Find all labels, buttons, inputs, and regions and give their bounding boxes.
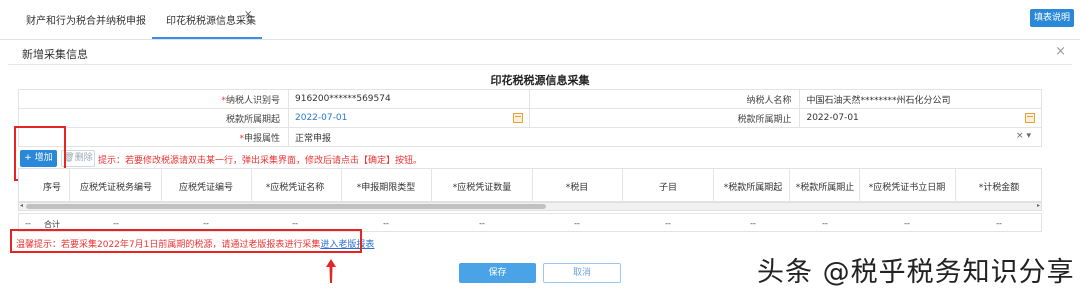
watermark: 头条 @税乎税务知识分享 xyxy=(757,257,1075,288)
taxpayer-name-value: 中国石油天然********州石化分公司 xyxy=(799,89,1042,109)
period-start-field[interactable]: 2022-07-01 xyxy=(287,108,531,128)
tab-close-icon[interactable]: × xyxy=(244,9,252,20)
total-cell: -- xyxy=(383,219,389,228)
red-arrow-icon xyxy=(326,259,336,283)
declare-attr-select[interactable]: 正常申报 × ▾ xyxy=(288,127,1042,147)
col-header: *应税凭证数量 xyxy=(452,183,512,193)
total-cell: -- xyxy=(113,219,119,228)
taxpayer-id-value: 916200******569574 xyxy=(287,89,531,109)
period-start-label: 税款所属期起 xyxy=(18,108,289,128)
total-cell: -- xyxy=(996,219,1002,228)
form-title: 印花税税源信息采集 xyxy=(490,74,590,87)
total-cell: -- xyxy=(203,219,209,228)
col-header: *应税凭证书立日期 xyxy=(868,183,946,193)
scroll-right-icon[interactable]: ▸ xyxy=(1037,202,1040,209)
col-header: *税款所属期起 xyxy=(723,183,783,193)
help-button[interactable]: 填表说明 xyxy=(1030,9,1074,27)
delete-button[interactable]: 🗑删除 xyxy=(61,150,95,167)
modal-close-icon[interactable]: × xyxy=(1055,44,1066,59)
horizontal-scrollbar[interactable]: ◂ ▸ xyxy=(18,202,1042,211)
grid-header: 序号 应税凭证税务编号 应税凭证编号 *应税凭证名称 *申报期限类型 *应税凭证… xyxy=(18,168,1042,202)
calendar-icon[interactable] xyxy=(1025,113,1035,123)
modal-divider xyxy=(8,64,1072,65)
total-cell: -- xyxy=(750,219,756,228)
col-header: *申报期限类型 xyxy=(356,183,416,193)
select-clear-icon[interactable]: × xyxy=(1016,131,1024,141)
highlight-box-warning xyxy=(10,229,362,253)
col-header: *计税金额 xyxy=(978,183,1020,193)
taxpayer-name-label: 纳税人名称 xyxy=(529,89,801,109)
taxpayer-id-label: *纳税人识别号 xyxy=(18,89,289,109)
edit-tip: 提示：若要修改税源请双击某一行，弹出采集界面，修改后请点击【确定】按钮。 xyxy=(98,156,423,166)
scroll-left-icon[interactable]: ◂ xyxy=(20,202,23,209)
chevron-down-icon[interactable]: ▾ xyxy=(1026,131,1031,141)
total-cell: -- xyxy=(574,219,580,228)
total-cell: -- xyxy=(665,219,671,228)
taxpayer-info-table: *纳税人识别号 916200******569574 纳税人名称 中国石油天然*… xyxy=(18,89,1042,147)
col-header: *税款所属期止 xyxy=(795,183,855,193)
total-cell: -- xyxy=(25,219,31,228)
calendar-icon[interactable] xyxy=(513,113,524,123)
period-end-label: 税款所属期止 xyxy=(529,108,801,128)
col-header: *税目 xyxy=(565,183,589,193)
total-cell: -- xyxy=(822,219,828,228)
col-header: 应税凭证编号 xyxy=(178,183,233,193)
active-tab-indicator xyxy=(152,37,262,39)
total-cell: -- xyxy=(292,219,298,228)
tab-bar: 财产和行为税合并纳税申报 印花税税源信息采集 × 填表说明 xyxy=(0,0,1080,40)
save-button[interactable]: 保存 xyxy=(459,263,536,283)
modal-title: 新增采集信息 xyxy=(22,48,88,61)
scrollbar-thumb[interactable] xyxy=(26,204,546,209)
grid-toolbar: + 增加 🗑删除 提示：若要修改税源请双击某一行，弹出采集界面，修改后请点击【确… xyxy=(18,150,1042,168)
col-header: *应税凭证名称 xyxy=(265,183,325,193)
total-cell: -- xyxy=(479,219,485,228)
col-header: 应税凭证税务编号 xyxy=(79,183,152,193)
cancel-button[interactable]: 取消 xyxy=(543,263,621,283)
tab-stamp-tax-collection[interactable]: 印花税税源信息采集 xyxy=(166,12,256,27)
period-end-field[interactable]: 2022-07-01 xyxy=(799,108,1042,128)
tab-property-tax[interactable]: 财产和行为税合并纳税申报 xyxy=(26,12,146,27)
col-header: 子目 xyxy=(658,183,677,193)
col-header: 序号 xyxy=(42,183,61,193)
total-cell: -- xyxy=(904,219,910,228)
